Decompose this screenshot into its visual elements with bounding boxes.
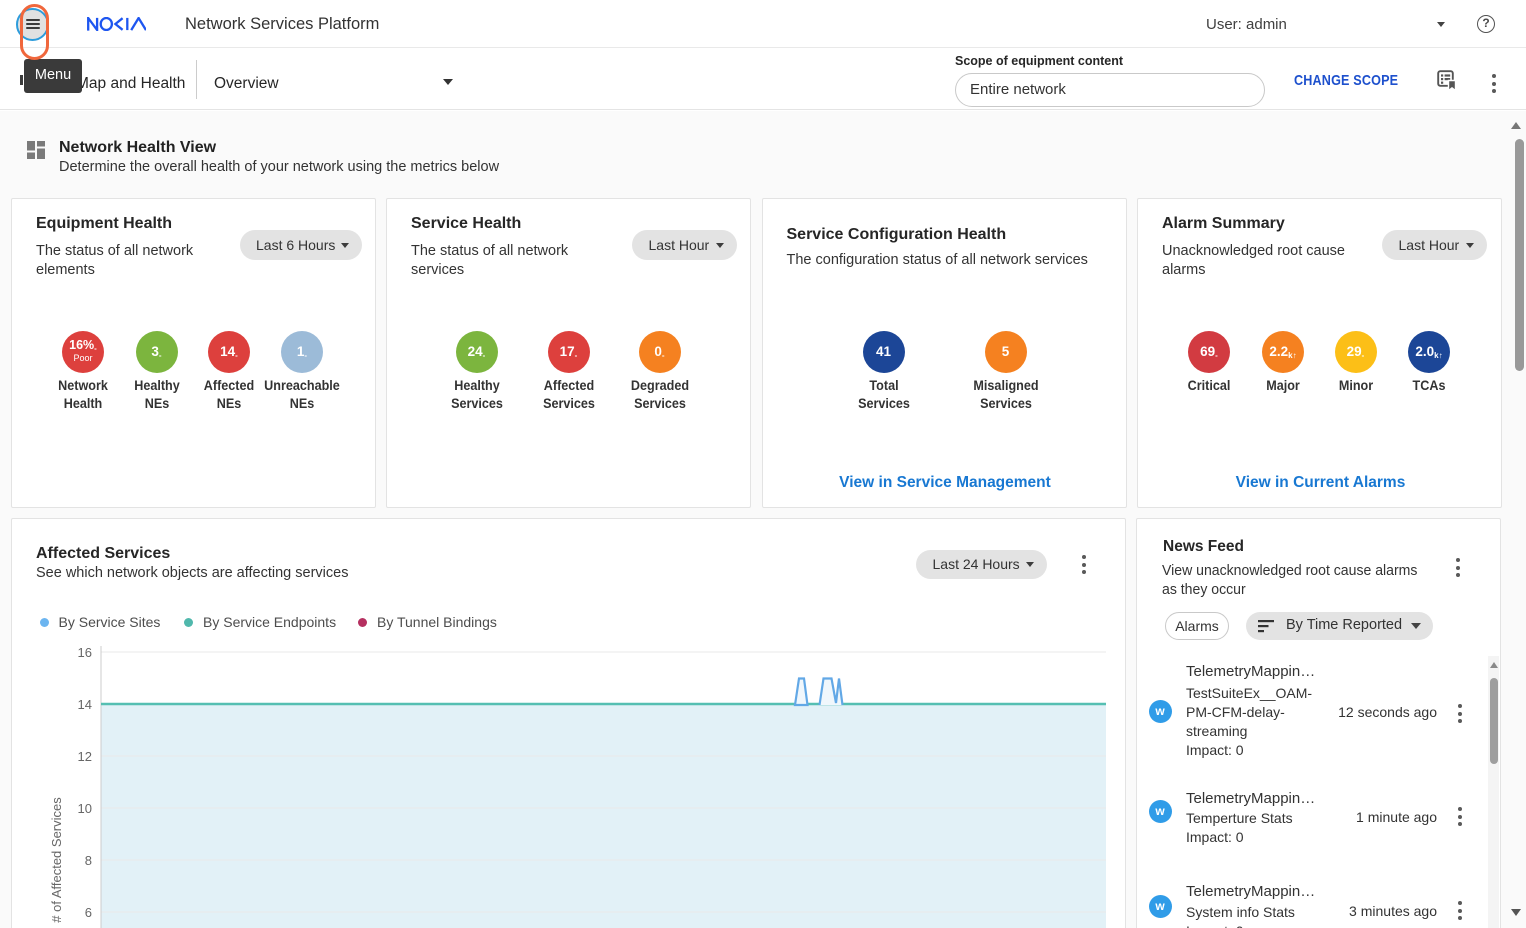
svg-text:16: 16 [78,645,92,660]
svg-text:12: 12 [78,749,92,764]
svg-text:8: 8 [85,853,92,868]
svg-text:10: 10 [78,801,92,816]
svg-text:6: 6 [85,905,92,920]
svg-text:14: 14 [78,697,92,712]
svg-text:# of Affected Services: # of Affected Services [49,797,64,923]
